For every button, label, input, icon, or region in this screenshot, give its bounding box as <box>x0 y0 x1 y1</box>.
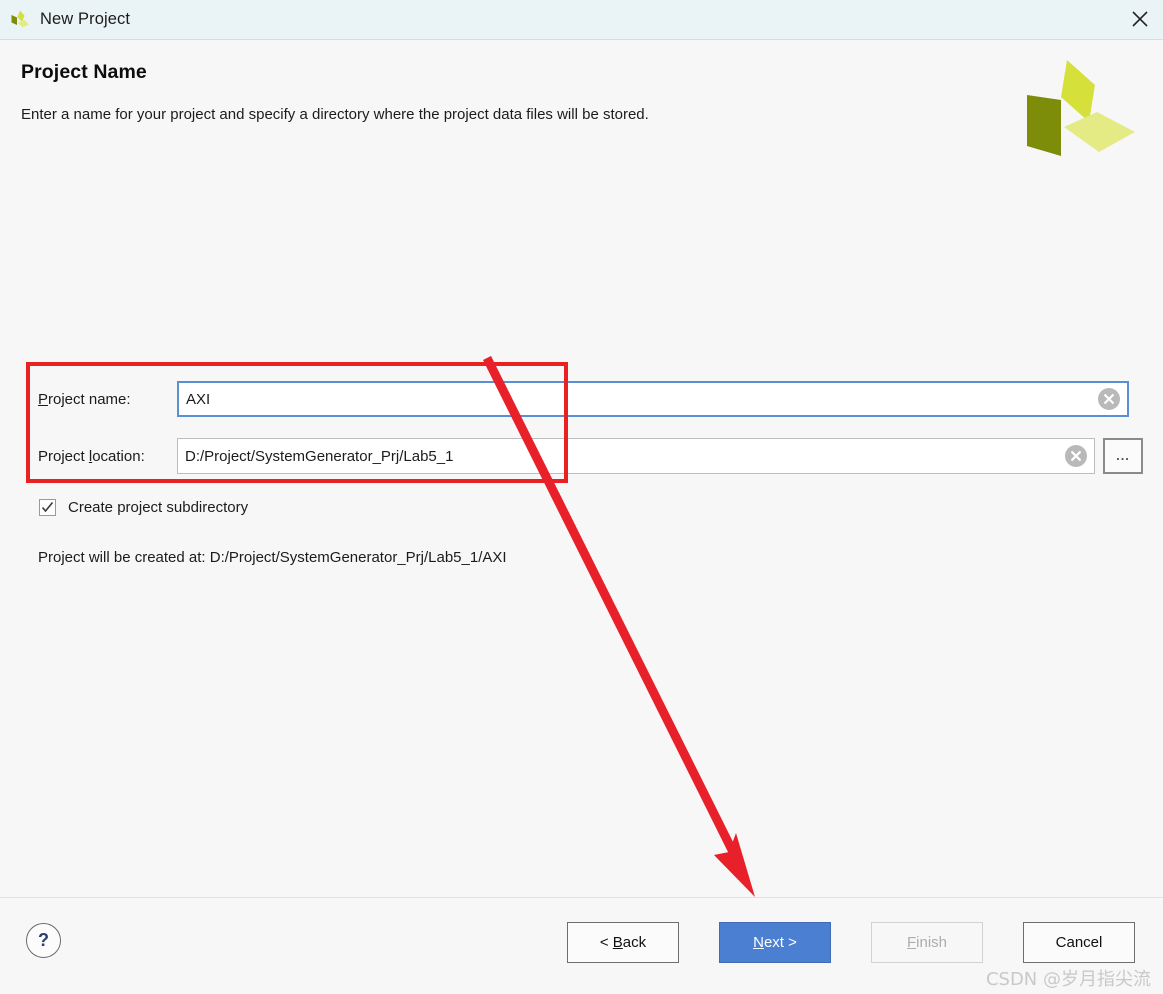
project-location-input[interactable] <box>178 439 1094 473</box>
browse-button[interactable]: ... <box>1103 438 1143 474</box>
checkmark-icon <box>41 501 54 513</box>
project-name-input[interactable] <box>179 383 1127 415</box>
help-circle-icon[interactable]: ? <box>26 923 61 958</box>
dialog-footer: ? < Back Next > Finish Cancel CSDN @岁月指尖… <box>0 897 1163 994</box>
project-created-path-text: Project will be created at: D:/Project/S… <box>38 549 507 566</box>
dialog-content: Project name: Project location: <box>0 165 1163 897</box>
finish-button: Finish <box>871 922 983 963</box>
xilinx-logo <box>1021 52 1139 164</box>
project-name-field[interactable] <box>177 381 1129 417</box>
back-button[interactable]: < Back <box>567 922 679 963</box>
project-location-field[interactable] <box>177 438 1095 474</box>
clear-circle-icon[interactable] <box>1064 444 1088 468</box>
xilinx-logo-icon <box>9 9 31 31</box>
project-location-label: Project location: <box>38 447 145 465</box>
title-bar: New Project <box>0 0 1163 40</box>
finish-button-label: Finish <box>906 934 948 951</box>
cancel-button-label: Cancel <box>1055 934 1103 951</box>
watermark-text: CSDN @岁月指尖流 <box>985 969 1151 990</box>
project-location-row: Project location: ... <box>38 437 1143 475</box>
close-icon[interactable] <box>1117 0 1163 38</box>
project-name-label: Project name: <box>38 390 131 408</box>
ellipsis-icon: ... <box>1116 448 1130 463</box>
project-name-row: Project name: <box>38 380 1129 418</box>
next-button[interactable]: Next > <box>719 922 831 963</box>
clear-circle-icon[interactable] <box>1097 387 1121 411</box>
page-title: Project Name <box>21 61 147 83</box>
dialog-header: Project Name Enter a name for your proje… <box>0 40 1163 165</box>
checkbox-box[interactable] <box>39 499 56 516</box>
back-button-label: < Back <box>599 934 647 951</box>
new-project-dialog: New Project Project Name Enter a name fo… <box>0 0 1163 994</box>
window-title: New Project <box>40 10 131 28</box>
cancel-button[interactable]: Cancel <box>1023 922 1135 963</box>
wizard-button-group: < Back Next > Finish Cancel <box>567 922 1135 963</box>
help-label: ? <box>38 930 49 950</box>
next-button-label: Next > <box>753 934 797 951</box>
create-subdirectory-label: Create project subdirectory <box>68 499 249 516</box>
create-subdirectory-checkbox[interactable]: Create project subdirectory <box>39 499 248 516</box>
page-subtitle: Enter a name for your project and specif… <box>21 106 649 123</box>
